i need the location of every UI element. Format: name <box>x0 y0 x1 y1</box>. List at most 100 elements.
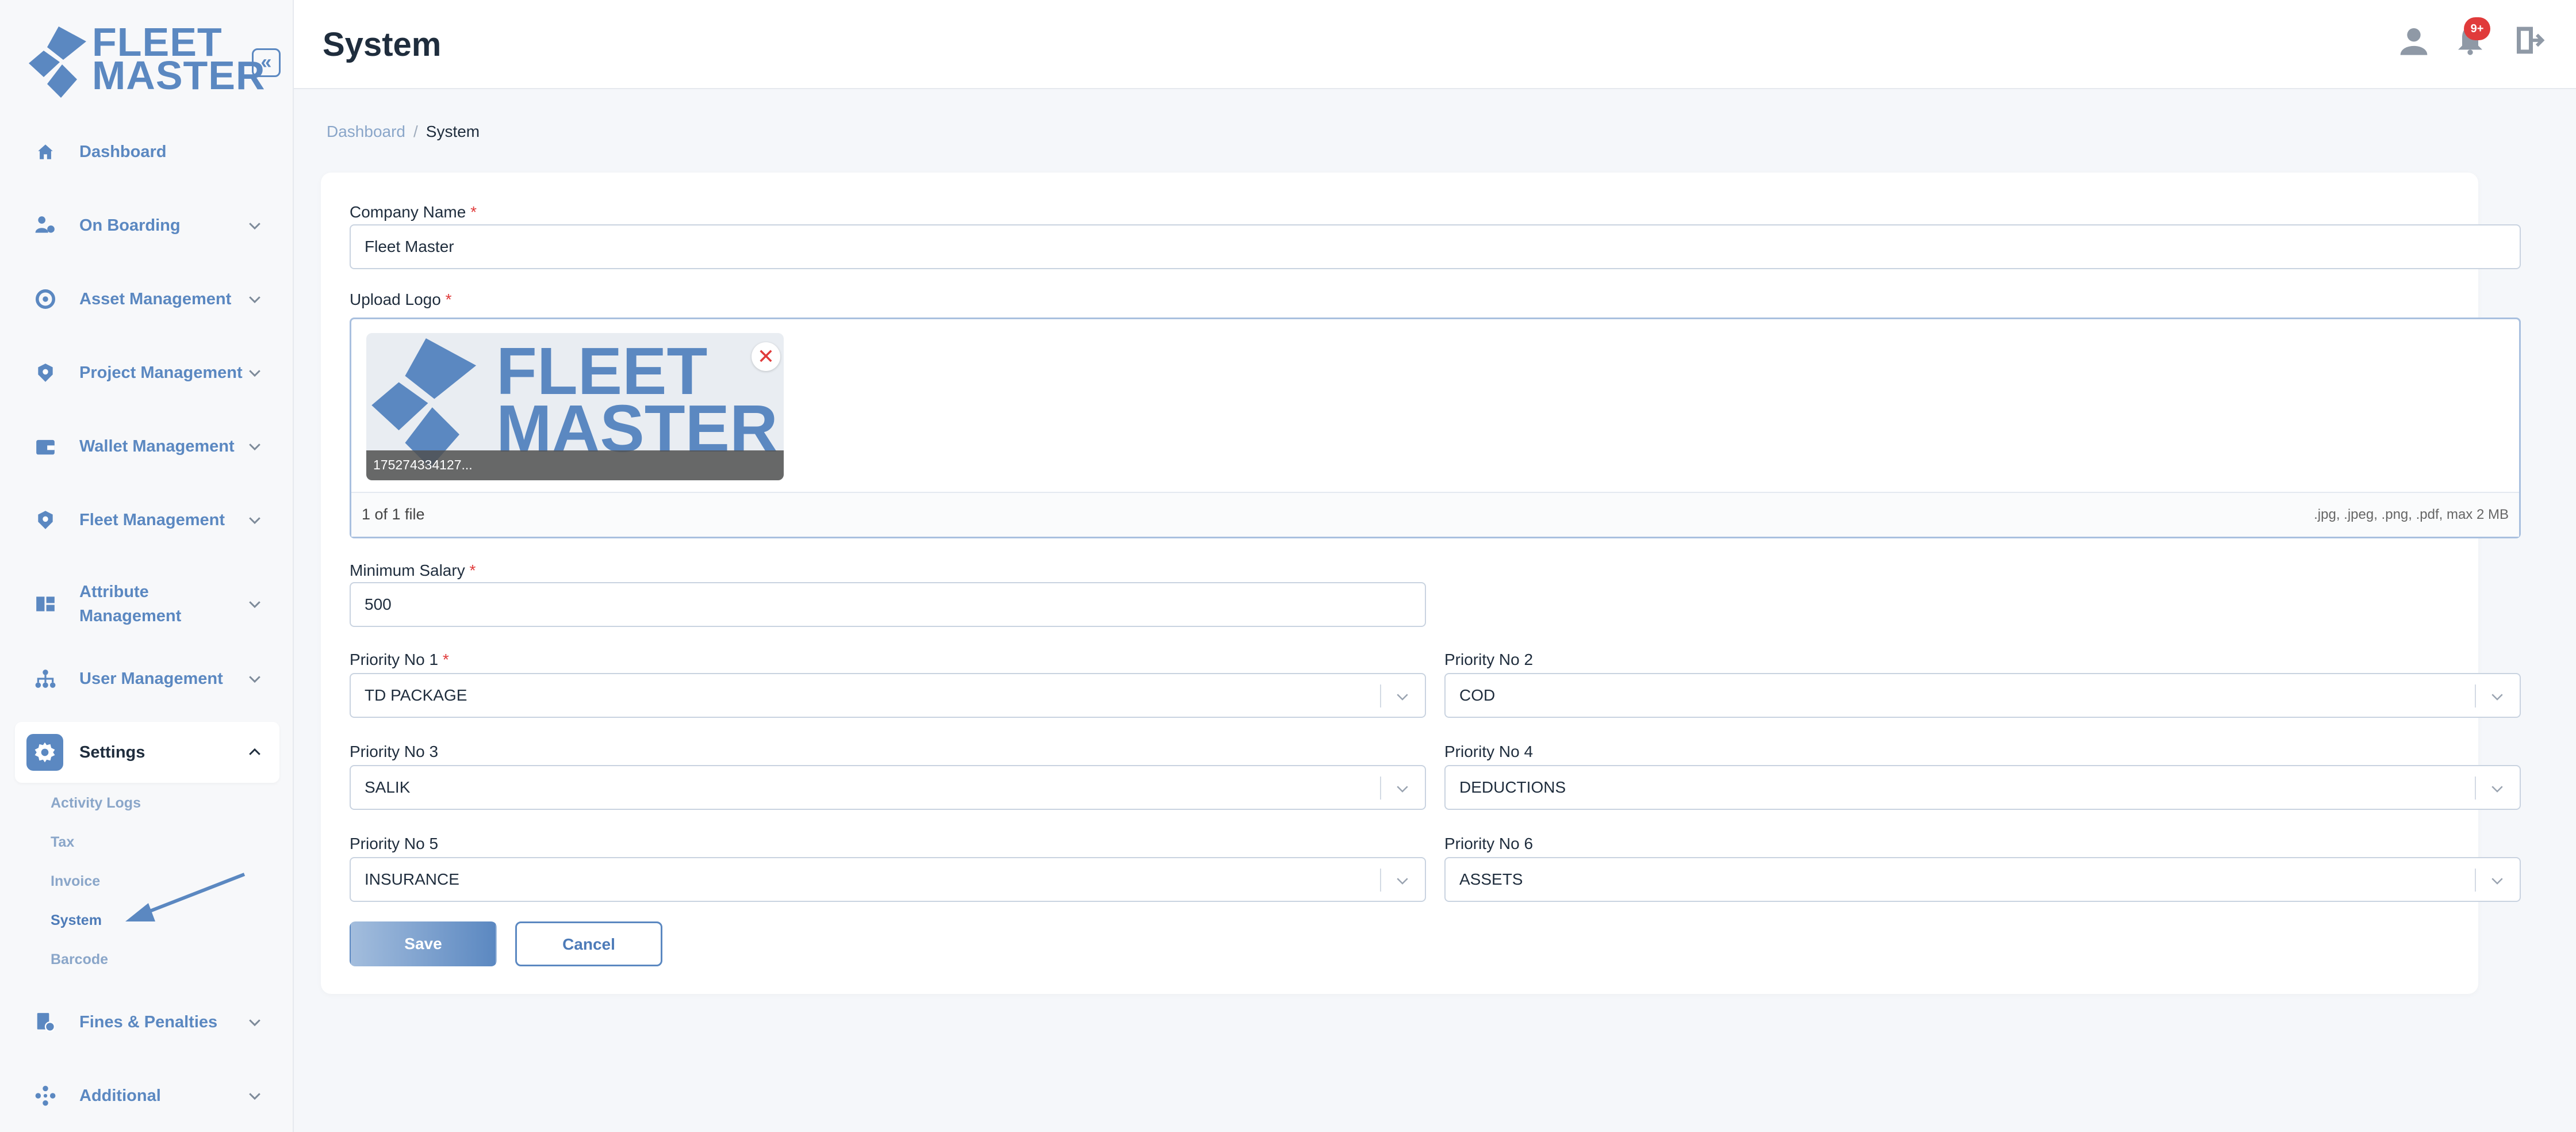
sidebar-item-label: User Management <box>79 670 223 688</box>
brand-logo[interactable]: FLEET MASTER <box>26 22 265 98</box>
sidebar-item-asset-management[interactable]: Asset Management <box>15 269 279 330</box>
select-divider <box>2475 684 2476 708</box>
priority-4-select[interactable]: DEDUCTIONS <box>1444 765 2521 810</box>
wallet-icon <box>31 432 60 461</box>
thumbnail-logo-text: FLEET MASTER <box>496 334 778 466</box>
select-divider <box>2475 777 2476 800</box>
chevron-down-icon <box>249 601 260 609</box>
sidebar-item-label: On Boarding <box>79 216 181 235</box>
priority-4-label: Priority No 4 <box>1444 743 1534 760</box>
priority-6-label: Priority No 6 <box>1444 835 1534 852</box>
select-divider <box>1380 684 1381 708</box>
home-icon <box>31 137 60 166</box>
select-value: DEDUCTIONS <box>1459 778 1566 796</box>
notification-badge: 9+ <box>2464 17 2490 40</box>
thumbnail-caption-bar: 175274334127... <box>366 450 784 480</box>
attribute-icon <box>31 590 60 618</box>
sidebar-item-fines-penalties[interactable]: Fines & Penalties <box>15 992 279 1053</box>
upload-logo-label: Upload Logo * <box>350 290 452 308</box>
remove-file-button[interactable]: ✕ <box>752 342 780 371</box>
priority-5-label: Priority No 5 <box>350 835 439 852</box>
select-value: INSURANCE <box>365 870 459 888</box>
sidebar-item-attribute-management[interactable]: Attribute Management <box>15 569 279 638</box>
breadcrumb-current: System <box>425 123 480 140</box>
sidebar-item-on-boarding[interactable]: On Boarding <box>15 195 279 256</box>
breadcrumb-separator: / <box>413 123 418 140</box>
select-divider <box>2475 869 2476 892</box>
sidebar-subitem-tax[interactable]: Tax <box>51 834 74 851</box>
sidebar-item-label: Fines & Penalties <box>79 1013 218 1031</box>
users-hierarchy-icon <box>31 664 60 693</box>
priority-2-select[interactable]: COD <box>1444 673 2521 718</box>
additional-icon <box>31 1081 60 1110</box>
sidebar-item-label: Wallet Management <box>79 437 235 456</box>
sidebar-item-fleet-management[interactable]: Fleet Management <box>15 489 279 550</box>
chevron-down-icon[interactable] <box>1394 780 1411 797</box>
sidebar-subitem-system[interactable]: System <box>51 912 102 929</box>
logo-thumbnail: FLEET MASTER 175274334127... ✕ <box>366 333 784 480</box>
sidebar-item-additional[interactable]: Additional <box>15 1065 279 1126</box>
sidebar-item-label: Settings <box>79 743 145 762</box>
logo-upload-dropzone[interactable]: FLEET MASTER 175274334127... ✕ 1 of 1 fi… <box>350 318 2521 538</box>
brand-name: FLEET MASTER <box>92 20 266 98</box>
chevron-down-icon <box>249 676 260 683</box>
user-profile-icon[interactable] <box>2398 24 2430 56</box>
priority-3-select[interactable]: SALIK <box>350 765 1426 810</box>
select-value: ASSETS <box>1459 870 1523 888</box>
project-icon <box>31 358 60 387</box>
priority-2-label: Priority No 2 <box>1444 651 1534 668</box>
sidebar-subitem-barcode[interactable]: Barcode <box>51 951 108 968</box>
sidebar-item-label: Project Management <box>79 364 243 382</box>
logout-icon[interactable] <box>2513 24 2545 56</box>
page-title: System <box>323 26 442 63</box>
upload-file-hint: .jpg, .jpeg, .png, .pdf, max 2 MB <box>2314 507 2509 522</box>
upload-footer: 1 of 1 file .jpg, .jpeg, .png, .pdf, max… <box>351 492 2519 537</box>
sidebar-item-project-management[interactable]: Project Management <box>15 342 279 403</box>
fines-icon <box>31 1008 60 1037</box>
sidebar-subitem-activity-logs[interactable]: Activity Logs <box>51 795 141 812</box>
chevron-down-icon[interactable] <box>2489 688 2506 705</box>
sidebar-item-label: Dashboard <box>79 143 167 161</box>
chevron-down-icon <box>249 1019 260 1027</box>
chevron-down-icon[interactable] <box>1394 688 1411 705</box>
chevron-down-icon <box>249 370 260 377</box>
minimum-salary-label: Minimum Salary * <box>350 561 476 579</box>
topbar: System <box>294 0 2576 89</box>
sidebar-item-user-management[interactable]: User Management <box>15 648 279 709</box>
chevron-down-icon <box>249 443 260 451</box>
sidebar-item-settings[interactable]: Settings <box>15 722 279 783</box>
cancel-button[interactable]: Cancel <box>515 921 662 966</box>
select-divider <box>1380 777 1381 800</box>
uploaded-file-name: 175274334127... <box>373 457 473 472</box>
upload-file-count: 1 of 1 file <box>362 506 425 523</box>
sidebar-item-dashboard[interactable]: Dashboard <box>15 121 279 182</box>
priority-1-select[interactable]: TD PACKAGE <box>350 673 1426 718</box>
priority-6-select[interactable]: ASSETS <box>1444 857 2521 902</box>
chevron-down-icon <box>249 1093 260 1100</box>
gear-icon <box>26 734 63 771</box>
sidebar: FLEET MASTER « Dashboard On Boarding Ass… <box>0 0 294 1132</box>
select-divider <box>1380 869 1381 892</box>
chevron-up-icon <box>249 748 260 755</box>
chevron-down-icon[interactable] <box>2489 872 2506 889</box>
sidebar-item-label: Attribute Management <box>79 583 182 625</box>
chevron-down-icon[interactable] <box>2489 780 2506 797</box>
company-name-input[interactable]: Fleet Master <box>350 224 2521 269</box>
select-value: SALIK <box>365 778 411 796</box>
breadcrumb-dashboard-link[interactable]: Dashboard <box>327 123 405 140</box>
priority-5-select[interactable]: INSURANCE <box>350 857 1426 902</box>
sidebar-item-label: Asset Management <box>79 290 232 308</box>
select-value: COD <box>1459 686 1496 704</box>
sidebar-item-wallet-management[interactable]: Wallet Management <box>15 416 279 477</box>
sidebar-subitem-invoice[interactable]: Invoice <box>51 873 100 890</box>
fleet-master-logo-icon <box>29 26 86 98</box>
sidebar-item-label: Additional <box>79 1087 161 1105</box>
breadcrumb: Dashboard / System <box>327 123 480 141</box>
pointer-arrow-icon <box>125 873 246 921</box>
minimum-salary-input[interactable]: 500 <box>350 582 1426 627</box>
collapse-sidebar-button[interactable]: « <box>252 48 281 77</box>
chevron-down-icon[interactable] <box>1394 872 1411 889</box>
chevron-down-icon <box>249 223 260 230</box>
fleet-icon <box>31 506 60 534</box>
save-button[interactable]: Save <box>350 921 497 966</box>
